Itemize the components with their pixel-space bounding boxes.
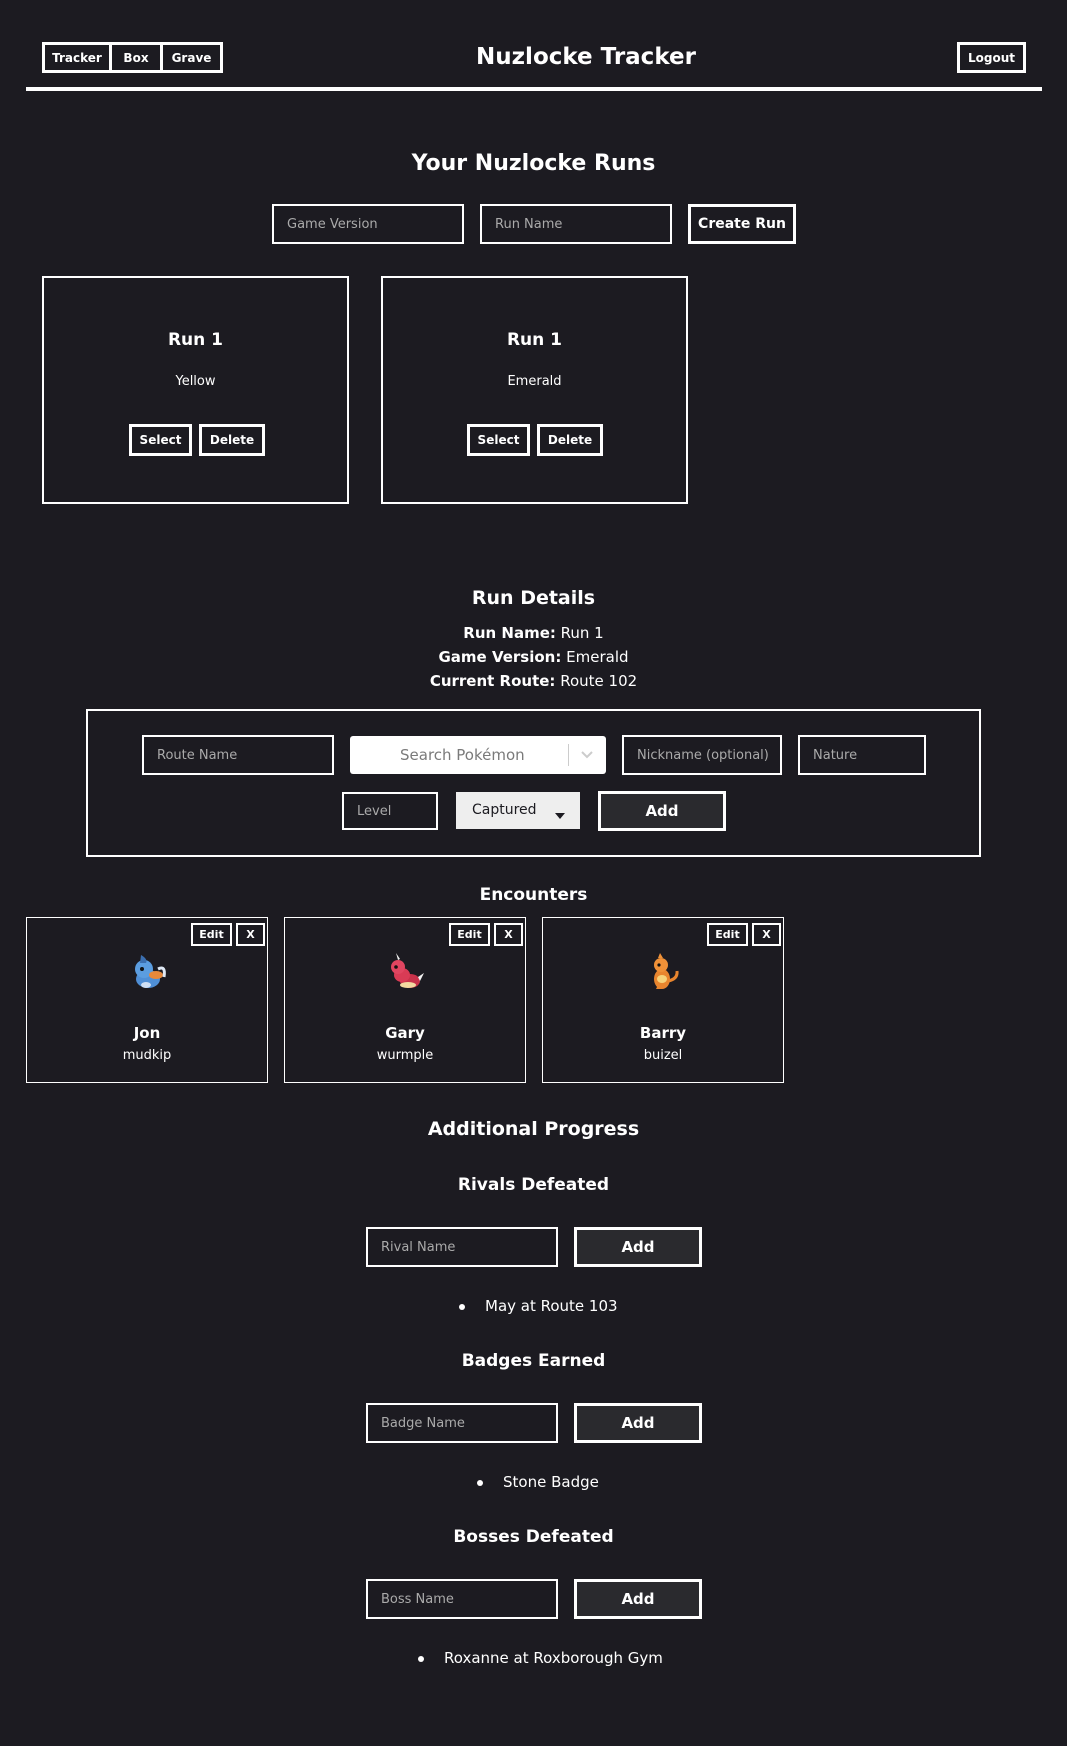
run-card-version: Yellow bbox=[175, 374, 216, 389]
bullet-icon bbox=[459, 1303, 465, 1310]
encounter-card: Edit X Jon mudkip bbox=[26, 917, 268, 1083]
status-select[interactable]: Captured bbox=[456, 792, 580, 829]
edit-encounter-button[interactable]: Edit bbox=[707, 923, 748, 946]
tab-grave[interactable]: Grave bbox=[160, 42, 223, 73]
boss-list-item: Roxanne at Roxborough Gym bbox=[418, 1649, 663, 1667]
additional-progress-heading: Additional Progress bbox=[427, 1118, 640, 1140]
game-version-value: Emerald bbox=[566, 648, 629, 666]
app-title: Nuzlocke Tracker bbox=[476, 44, 696, 70]
encounter-nickname: Barry bbox=[639, 1024, 687, 1042]
wurmple-sprite-icon bbox=[386, 951, 426, 993]
bullet-icon bbox=[418, 1655, 424, 1662]
run-name-detail: Run Name: Run 1 bbox=[0, 624, 1067, 642]
game-version-label: Game Version: bbox=[438, 648, 562, 666]
run-name-value: Run 1 bbox=[560, 624, 604, 642]
current-route-detail: Current Route: Route 102 bbox=[0, 672, 1067, 690]
run-details-heading: Run Details bbox=[471, 587, 596, 609]
rival-item-text: May at Route 103 bbox=[485, 1297, 618, 1315]
runs-heading: Your Nuzlocke Runs bbox=[411, 151, 656, 176]
select-divider bbox=[568, 744, 569, 766]
route-name-input[interactable]: Route Name bbox=[142, 735, 334, 775]
rivals-heading: Rivals Defeated bbox=[457, 1175, 610, 1195]
current-route-label: Current Route: bbox=[429, 672, 556, 690]
search-placeholder: Search Pokémon bbox=[400, 746, 525, 764]
bullet-icon bbox=[477, 1479, 483, 1486]
run-card: Run 1 Yellow Select Delete bbox=[42, 276, 349, 504]
encounter-nickname: Jon bbox=[133, 1024, 161, 1042]
remove-encounter-button[interactable]: X bbox=[752, 923, 781, 946]
level-input[interactable]: Level bbox=[342, 792, 438, 830]
remove-encounter-button[interactable]: X bbox=[494, 923, 523, 946]
select-run-button[interactable]: Select bbox=[129, 424, 192, 456]
nickname-input[interactable]: Nickname (optional) bbox=[622, 735, 782, 775]
buizel-sprite-icon bbox=[644, 951, 684, 993]
chevron-down-icon[interactable] bbox=[580, 746, 594, 760]
rival-list-item: May at Route 103 bbox=[459, 1297, 618, 1315]
delete-run-button[interactable]: Delete bbox=[537, 424, 603, 456]
run-card-name: Run 1 bbox=[167, 330, 224, 350]
edit-encounter-button[interactable]: Edit bbox=[449, 923, 490, 946]
mudkip-sprite-icon bbox=[128, 951, 168, 993]
game-version-input[interactable]: Game Version bbox=[272, 204, 464, 244]
add-rival-button[interactable]: Add bbox=[574, 1227, 702, 1267]
add-encounter-button[interactable]: Add bbox=[598, 791, 726, 831]
run-name-input[interactable]: Run Name bbox=[480, 204, 672, 244]
tab-box[interactable]: Box bbox=[109, 42, 163, 73]
boss-name-input[interactable]: Boss Name bbox=[366, 1579, 558, 1619]
run-card-version: Emerald bbox=[507, 374, 562, 389]
badge-list-item: Stone Badge bbox=[477, 1473, 599, 1491]
run-card: Run 1 Emerald Select Delete bbox=[381, 276, 688, 504]
tab-tracker[interactable]: Tracker bbox=[42, 42, 112, 73]
delete-run-button[interactable]: Delete bbox=[199, 424, 265, 456]
pokemon-search-select[interactable]: Search Pokémon bbox=[350, 736, 606, 774]
encounters-heading: Encounters bbox=[479, 885, 588, 905]
badge-item-text: Stone Badge bbox=[503, 1473, 599, 1491]
create-run-button[interactable]: Create Run bbox=[688, 204, 796, 244]
remove-encounter-button[interactable]: X bbox=[236, 923, 265, 946]
current-route-value: Route 102 bbox=[560, 672, 638, 690]
add-badge-button[interactable]: Add bbox=[574, 1403, 702, 1443]
encounter-species: buizel bbox=[643, 1048, 683, 1063]
encounter-form bbox=[86, 709, 981, 857]
run-card-name: Run 1 bbox=[506, 330, 563, 350]
run-name-label: Run Name: bbox=[463, 624, 556, 642]
encounter-species: mudkip bbox=[122, 1048, 172, 1063]
bosses-heading: Bosses Defeated bbox=[453, 1527, 614, 1547]
status-selected: Captured bbox=[472, 802, 537, 818]
encounter-card: Edit X Gary wurmple bbox=[284, 917, 526, 1083]
badges-heading: Badges Earned bbox=[461, 1351, 606, 1371]
badge-name-input[interactable]: Badge Name bbox=[366, 1403, 558, 1443]
encounter-nickname: Gary bbox=[385, 1024, 425, 1042]
logout-button[interactable]: Logout bbox=[957, 42, 1026, 73]
encounter-species: wurmple bbox=[376, 1048, 434, 1063]
header-divider bbox=[26, 87, 1042, 91]
nature-input[interactable]: Nature bbox=[798, 735, 926, 775]
rival-name-input[interactable]: Rival Name bbox=[366, 1227, 558, 1267]
caret-down-icon bbox=[555, 807, 565, 823]
game-version-detail: Game Version: Emerald bbox=[0, 648, 1067, 666]
add-boss-button[interactable]: Add bbox=[574, 1579, 702, 1619]
boss-item-text: Roxanne at Roxborough Gym bbox=[444, 1649, 663, 1667]
select-run-button[interactable]: Select bbox=[467, 424, 530, 456]
encounter-card: Edit X Barry buizel bbox=[542, 917, 784, 1083]
edit-encounter-button[interactable]: Edit bbox=[191, 923, 232, 946]
